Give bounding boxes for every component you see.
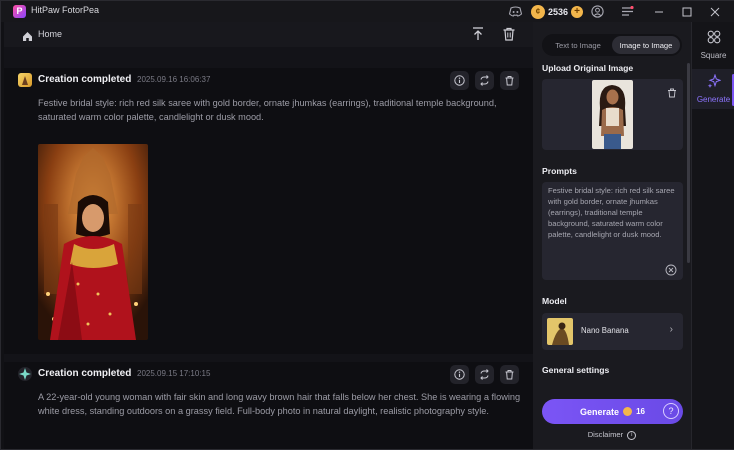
rail-item-generate[interactable]: Generate	[692, 69, 734, 109]
disclaimer-label: Disclaimer	[587, 430, 624, 439]
generate-button[interactable]: Generate 16 ?	[542, 399, 683, 424]
add-coins-icon[interactable]: +	[571, 5, 584, 18]
clear-prompt-icon[interactable]	[665, 263, 677, 276]
coin-icon: ¢	[531, 4, 545, 19]
help-icon[interactable]: ?	[663, 403, 679, 419]
tab-text-to-image[interactable]: Text to Image	[544, 36, 612, 54]
info-icon: i	[627, 430, 637, 440]
rail-label: Square	[700, 51, 727, 60]
model-selector[interactable]: Nano Banana ›	[542, 313, 683, 350]
model-section-label: Model	[542, 296, 567, 306]
app-logo-icon: P	[13, 5, 26, 18]
creation-prompt: Festive bridal style: rich red silk sare…	[38, 98, 497, 122]
menu-icon[interactable]	[620, 4, 635, 19]
creation-feed: Home Creation completed 2025.09.16 16:06…	[4, 22, 537, 449]
delete-all-icon[interactable]	[501, 26, 517, 42]
upload-section-label: Upload Original Image	[542, 63, 634, 73]
side-rail: Square Generate	[691, 22, 734, 449]
creation-thumb-icon	[18, 73, 32, 87]
feed-toolbar: Home	[4, 22, 533, 47]
panel-scrollbar[interactable]	[687, 63, 690, 263]
creation-timestamp: 2025.09.15 17:10:15	[137, 369, 211, 378]
generate-cost: 16	[636, 407, 645, 416]
creation-prompt: A 22-year-old young woman with fair skin…	[38, 392, 521, 416]
prompt-text[interactable]: Festive bridal style: rich red silk sare…	[548, 185, 680, 240]
model-name: Nano Banana	[581, 326, 629, 335]
upload-dropzone[interactable]	[542, 79, 683, 150]
rail-label: Generate	[696, 95, 731, 104]
creation-title: Creation completed	[38, 74, 132, 85]
title-bar: P HitPaw FotorPea ¢ 2536 +	[1, 1, 734, 22]
creation-timestamp: 2025.09.16 16:06:37	[137, 75, 211, 84]
home-link[interactable]: Home	[38, 29, 62, 39]
mode-tabs: Text to Image Image to Image	[542, 34, 682, 56]
coin-icon	[623, 407, 633, 416]
app-title: HitPaw FotorPea	[31, 5, 100, 15]
prompts-section-label: Prompts	[542, 166, 577, 176]
sparkle-icon	[707, 73, 722, 93]
square-grid-icon	[707, 30, 721, 49]
creation-card: Creation completed 2025.09.15 17:10:15 A…	[4, 362, 533, 449]
generate-label: Generate	[580, 406, 620, 417]
delete-creation-button[interactable]	[500, 365, 519, 384]
coin-count: 2536	[548, 6, 569, 17]
tab-image-to-image[interactable]: Image to Image	[612, 36, 680, 54]
prompt-input[interactable]: Festive bridal style: rich red silk sare…	[542, 182, 683, 280]
model-thumbnail	[547, 318, 573, 345]
regenerate-button[interactable]	[475, 71, 494, 90]
home-icon[interactable]	[22, 29, 34, 41]
rail-item-square[interactable]: Square	[692, 25, 734, 65]
coin-balance[interactable]: ¢ 2536 +	[531, 4, 584, 19]
info-button[interactable]	[450, 365, 469, 384]
generated-image[interactable]	[38, 144, 148, 340]
close-icon[interactable]	[707, 4, 722, 19]
app-window: P HitPaw FotorPea ¢ 2536 + Home Creation…	[0, 0, 734, 450]
minimize-icon[interactable]	[651, 4, 666, 19]
generate-panel: Text to Image Image to Image Upload Orig…	[533, 22, 691, 449]
delete-creation-button[interactable]	[500, 71, 519, 90]
general-settings-label[interactable]: General settings	[542, 365, 609, 375]
account-icon[interactable]	[590, 4, 605, 19]
info-button[interactable]	[450, 71, 469, 90]
uploaded-image[interactable]	[592, 80, 633, 149]
creation-card: Creation completed 2025.09.16 16:06:37 F…	[4, 68, 533, 354]
remove-upload-icon[interactable]	[667, 85, 677, 98]
regenerate-button[interactable]	[475, 365, 494, 384]
maximize-icon[interactable]	[679, 4, 694, 19]
discord-icon[interactable]	[508, 4, 523, 19]
export-icon[interactable]	[470, 26, 486, 42]
chevron-right-icon: ›	[669, 324, 673, 335]
disclaimer-link[interactable]: Disclaimer i	[533, 430, 691, 440]
creation-title: Creation completed	[38, 368, 132, 379]
creation-thumb-icon	[18, 367, 32, 381]
